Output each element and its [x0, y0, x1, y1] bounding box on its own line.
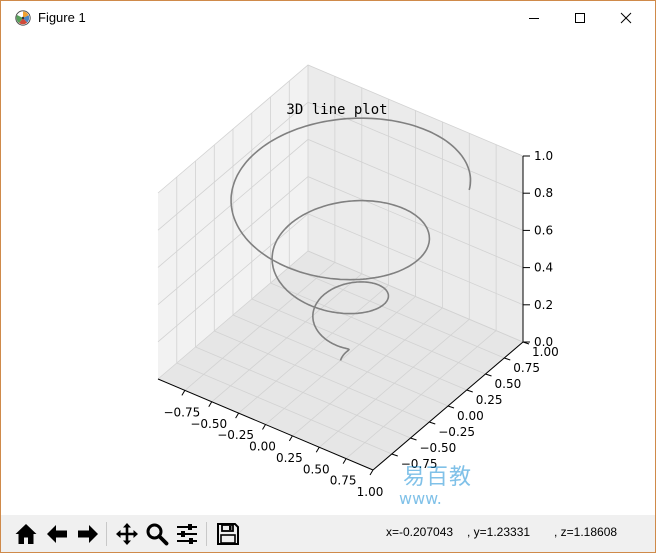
x-tick [262, 424, 266, 430]
y-tick-label: 0.25 [476, 393, 503, 407]
z-tick-label: 0.4 [534, 261, 553, 275]
right-arrow-icon [77, 524, 98, 543]
x-tick-label: 0.75 [330, 474, 357, 488]
watermark-text: 易百教 [403, 465, 473, 490]
left-arrow-icon [46, 524, 67, 543]
chart-title: 3D line plot [286, 102, 387, 118]
maximize-button[interactable] [557, 1, 603, 35]
y-tick [429, 421, 436, 425]
x-tick [208, 401, 213, 408]
magnifier-icon [146, 523, 168, 545]
y-tick-label: 0.50 [495, 377, 522, 391]
toolbar-separator [206, 522, 207, 546]
y-tick [410, 437, 417, 441]
toolbar-separator [106, 522, 107, 546]
home-icon [15, 523, 36, 544]
z-tick-label: 0.8 [534, 186, 553, 200]
x-tick-label: 0.00 [249, 440, 276, 454]
x-tick-label: 1.00 [357, 485, 384, 499]
pan-button[interactable] [112, 519, 141, 548]
x-tick-label: 0.50 [303, 462, 330, 476]
z-tick-label: 1.0 [534, 149, 553, 163]
save-button[interactable] [213, 519, 242, 548]
y-tick-label: 0.75 [513, 361, 540, 375]
coord-z-readout: , z=1.18608 [554, 525, 618, 539]
watermark: 易百教 www. [399, 459, 495, 511]
navigation-toolbar: x=-0.207043 , y=1.23331 , z=1.18608 [1, 515, 655, 552]
title-bar[interactable]: Figure 1 [1, 1, 655, 35]
forward-button[interactable] [73, 519, 102, 548]
floppy-disk-icon [216, 522, 239, 545]
plot-3d[interactable]: −0.75−0.50−0.250.000.250.500.751.00−0.75… [1, 35, 655, 515]
x-tick [369, 469, 374, 476]
y-tick [466, 389, 473, 393]
configure-subplots-button[interactable] [172, 519, 201, 548]
x-tick [315, 446, 320, 453]
window-title: Figure 1 [38, 10, 86, 25]
y-tick [485, 373, 492, 377]
x-tick [235, 412, 240, 419]
matplotlib-app-icon [15, 10, 31, 26]
back-button[interactable] [42, 519, 71, 548]
x-tick [181, 390, 186, 396]
maximize-icon [575, 13, 585, 23]
y-tick [391, 453, 398, 457]
y-tick-label: −0.50 [420, 441, 457, 455]
z-tick-label: 0.2 [534, 298, 553, 312]
y-tick [447, 405, 455, 409]
y-tick-label: −0.25 [438, 425, 475, 439]
x-tick [288, 435, 293, 442]
close-button[interactable] [603, 1, 649, 35]
x-tick [342, 458, 347, 464]
minimize-icon [529, 18, 539, 19]
coord-x-readout: x=-0.207043 [386, 525, 454, 539]
figure-window: Figure 1 −0.75 −0.50 −0.25 0.00 0.25 0.50 0.75… [0, 0, 656, 553]
y-tick-label: 0.00 [457, 409, 484, 423]
z-tick-label: 0.0 [534, 335, 553, 349]
sliders-icon [176, 523, 197, 544]
zoom-button[interactable] [142, 519, 171, 548]
close-icon [620, 12, 632, 24]
move-icon [115, 522, 138, 545]
figure-canvas[interactable]: −0.75 −0.50 −0.25 0.00 0.25 0.50 0.75 1.00 −0.75… [1, 35, 655, 515]
home-button[interactable] [11, 519, 40, 548]
watermark-url: www. [399, 489, 442, 508]
x-tick-label: 0.25 [276, 451, 303, 465]
z-tick-label: 0.6 [534, 223, 553, 237]
y-tick [504, 357, 511, 361]
coord-y-readout: , y=1.23331 [467, 525, 531, 539]
minimize-button[interactable] [511, 1, 557, 35]
